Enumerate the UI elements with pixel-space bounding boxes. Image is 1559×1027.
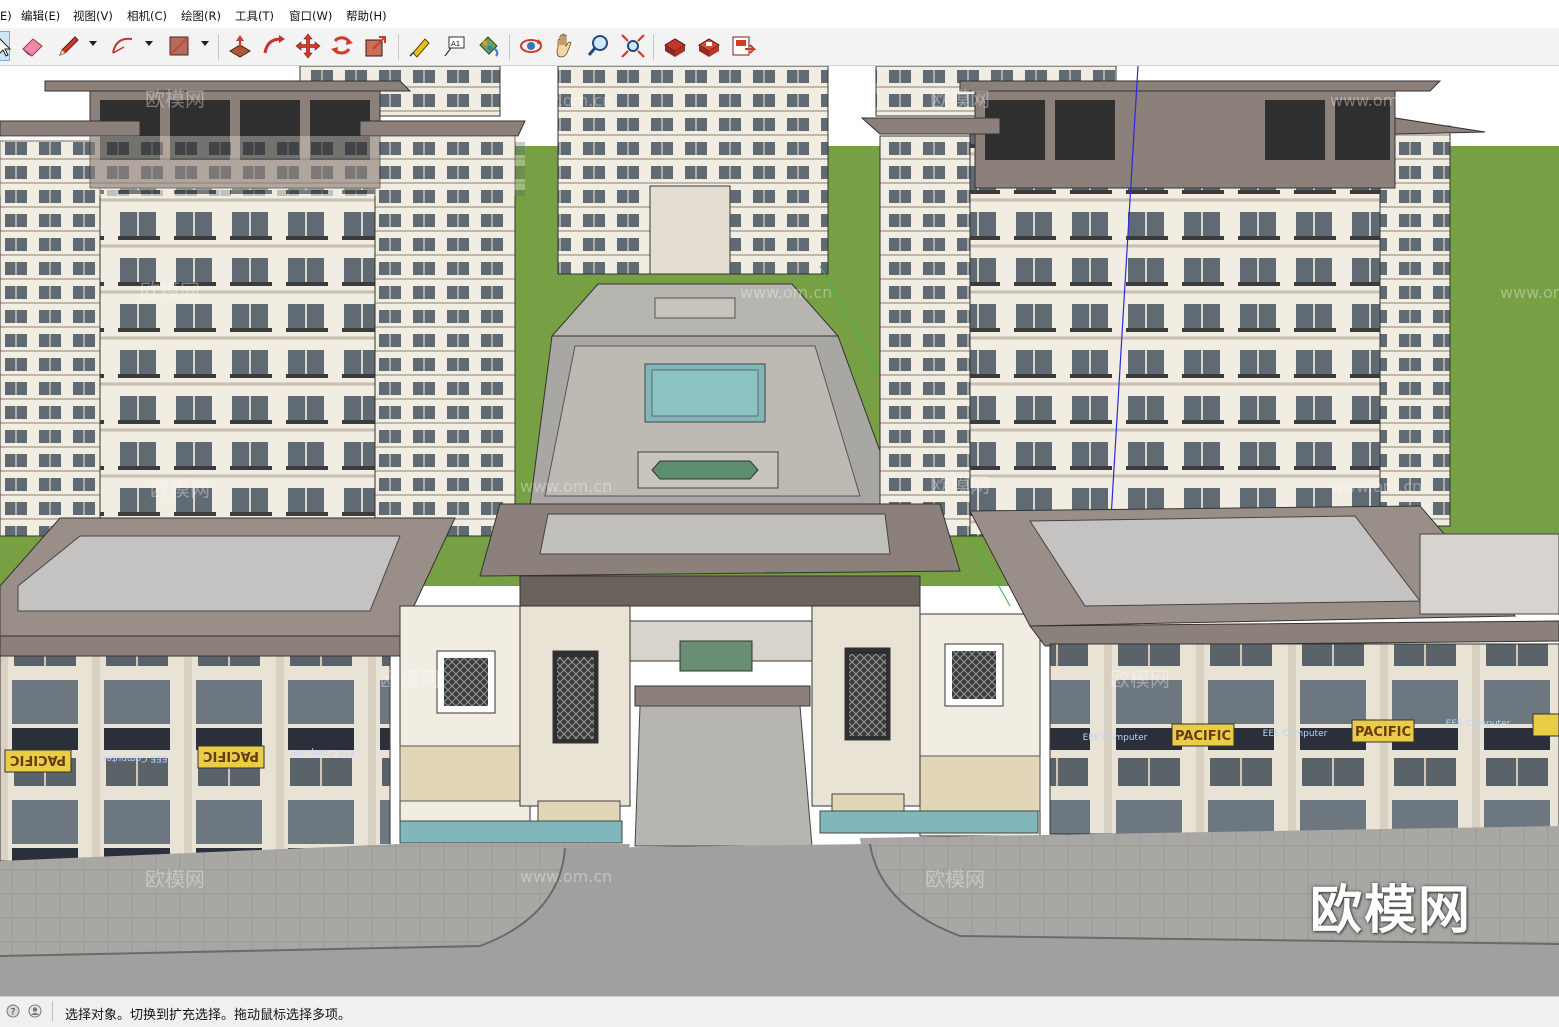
pan-tool-button[interactable]: [550, 31, 580, 61]
line-tool-button[interactable]: [54, 31, 84, 61]
pencil-line-icon: [59, 36, 79, 56]
watermark-text: www.om.cn: [520, 477, 612, 496]
zoom-extents-icon: [621, 34, 645, 58]
arc-dropdown-chevron-icon[interactable]: [145, 41, 153, 46]
info-status-icon[interactable]: ?: [6, 1004, 20, 1018]
svg-text:A1: A1: [451, 40, 460, 48]
zoom-tool-button[interactable]: [584, 31, 614, 61]
left-residential-tower: [0, 80, 526, 537]
pacific-sign-right-2: PACIFIC: [1355, 725, 1411, 740]
watermark-text: 欧模网: [1110, 667, 1170, 691]
menu-draw[interactable]: 绘图(R): [181, 9, 221, 23]
arc-icon: [112, 37, 133, 54]
watermark-text: 欧模网: [140, 279, 200, 303]
watermark-text: www.om.cn: [740, 283, 832, 302]
eraser-icon: [22, 38, 43, 57]
computer-sign-right-3: EEE Computer: [1446, 719, 1511, 729]
watermark-text: www.om.cn: [1500, 283, 1559, 302]
menu-tools[interactable]: 工具(T): [235, 9, 274, 23]
menu-window[interactable]: 窗口(W): [289, 9, 332, 23]
layout-icon: [732, 36, 757, 56]
select-tool-button[interactable]: [0, 31, 12, 61]
follow-me-icon: [263, 35, 285, 54]
3d-warehouse-icon: [664, 38, 686, 57]
watermark-text: 欧模网: [145, 87, 205, 111]
scale-icon: [365, 36, 386, 57]
status-bar: ? 选择对象。切换到扩充选择。拖动鼠标选择多项。: [0, 996, 1559, 1027]
menu-view[interactable]: 视图(V): [73, 9, 113, 23]
zoom-icon: [587, 35, 608, 56]
toolbar-separator: [509, 34, 510, 60]
layout-button[interactable]: [728, 31, 758, 61]
status-hint-text: 选择对象。切换到扩充选择。拖动鼠标选择多项。: [65, 1008, 352, 1023]
paint-bucket-icon: [479, 36, 499, 57]
watermark-text: 欧模网: [380, 667, 440, 691]
status-separator: [52, 1001, 53, 1021]
toolbar-separator: [218, 34, 219, 60]
watermark-text: www.om.cn: [1330, 477, 1422, 496]
menu-file[interactable]: E): [0, 9, 12, 23]
watermark-text: www.om.cn: [520, 91, 612, 110]
rotate-tool-button[interactable]: [327, 31, 357, 61]
menu-bar: E) 编辑(E) 视图(V) 相机(C) 绘图(R) 工具(T) 窗口(W) 帮…: [0, 0, 1559, 28]
push-pull-tool-button[interactable]: [225, 31, 255, 61]
right-residential-tower: [860, 80, 1486, 537]
eraser-tool-button[interactable]: [17, 31, 47, 61]
pacific-sign-right-1: PACIFIC: [1175, 729, 1231, 744]
menu-edit[interactable]: 编辑(E): [21, 9, 60, 23]
watermark-text: www.om.cn: [1330, 91, 1422, 110]
brand-watermark: 欧模网: [1310, 881, 1473, 941]
paint-bucket-tool-button[interactable]: [473, 31, 503, 61]
watermark-text: www.om.cn: [520, 867, 612, 886]
menu-help[interactable]: 帮助(H): [346, 9, 387, 23]
text-icon: A1: [444, 36, 465, 57]
scale-tool-button[interactable]: [361, 31, 391, 61]
extension-warehouse-icon: [698, 38, 720, 57]
pan-icon: [556, 33, 572, 58]
main-toolbar: A1: [0, 28, 1559, 66]
model-viewport[interactable]: PACIFIC PACIFIC EEE Computer EEE Compute…: [0, 66, 1559, 996]
toolbar-separator: [653, 34, 654, 60]
tape-measure-icon: [409, 38, 430, 58]
line-dropdown-chevron-icon[interactable]: [89, 41, 97, 46]
watermark-text: 欧模网: [930, 473, 990, 497]
text-tool-button[interactable]: A1: [439, 31, 469, 61]
rectangle-tool-button[interactable]: [164, 31, 194, 61]
watermark-text: 欧模网: [145, 867, 205, 891]
architectural-model-scene: PACIFIC PACIFIC EEE Computer EEE Compute…: [0, 66, 1559, 996]
computer-sign-left-1: EEE Computer: [102, 753, 167, 763]
watermark-text: 欧模网: [930, 87, 990, 111]
zoom-extents-tool-button[interactable]: [618, 31, 648, 61]
pacific-sign-left-1: PACIFIC: [10, 752, 66, 767]
rectangle-icon: [169, 36, 189, 56]
move-icon: [295, 33, 321, 59]
menu-camera[interactable]: 相机(C): [127, 9, 167, 23]
toolbar-separator: [398, 34, 399, 60]
orbit-icon: [520, 39, 542, 53]
rotate-icon: [331, 36, 353, 55]
computer-sign-left-2: EEE Computer: [289, 747, 354, 757]
computer-sign-right-2: EEE Computer: [1263, 729, 1328, 739]
watermark-text: 欧模网: [150, 477, 210, 501]
pacific-sign-left-2: PACIFIC: [203, 748, 259, 763]
right-podium-shops: PACIFIC PACIFIC EEE Computer EEE Compute…: [969, 505, 1559, 835]
tape-measure-tool-button[interactable]: [405, 31, 435, 61]
rectangle-dropdown-chevron-icon[interactable]: [201, 41, 209, 46]
pool-lower: [651, 460, 759, 480]
follow-me-tool-button[interactable]: [259, 31, 289, 61]
push-pull-icon: [229, 35, 251, 58]
extension-warehouse-button[interactable]: [694, 31, 724, 61]
watermark-text: 欧模网: [925, 867, 985, 891]
computer-sign-right-1: EEE Computer: [1083, 733, 1148, 743]
3d-warehouse-button[interactable]: [660, 31, 690, 61]
orbit-tool-button[interactable]: [516, 31, 546, 61]
arc-tool-button[interactable]: [108, 31, 138, 61]
svg-text:?: ?: [11, 1008, 16, 1018]
user-account-icon[interactable]: [28, 1004, 42, 1018]
move-tool-button[interactable]: [293, 31, 323, 61]
